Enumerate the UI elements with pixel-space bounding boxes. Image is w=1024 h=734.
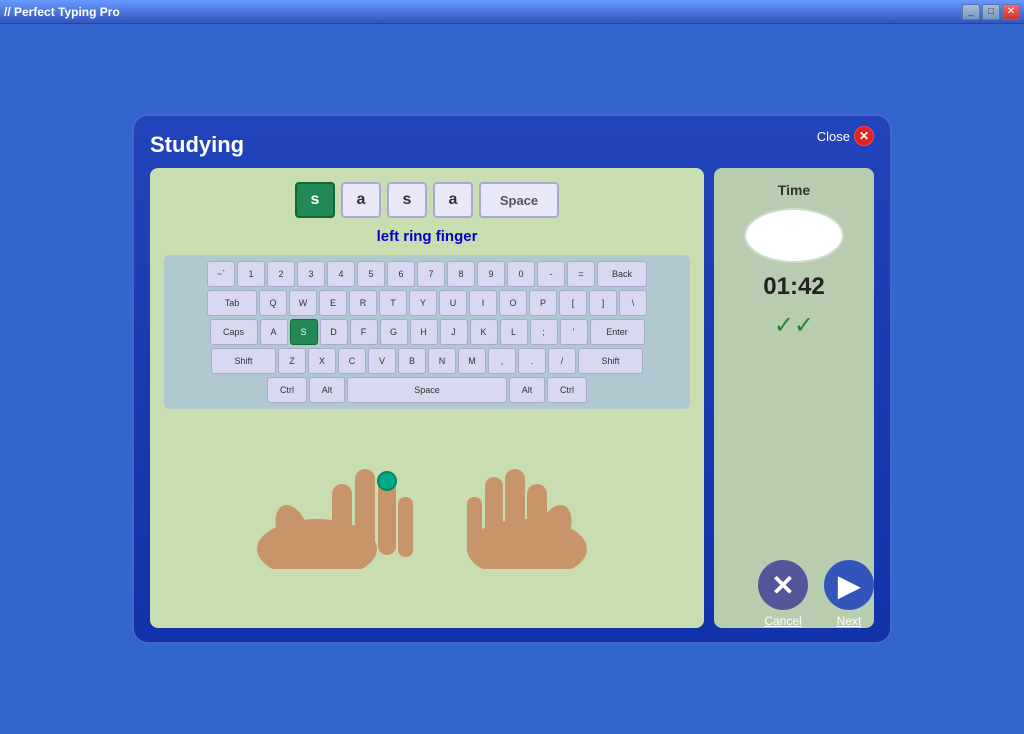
key-quote[interactable]: '	[560, 319, 588, 345]
time-value: 01:42	[763, 273, 824, 301]
key-j[interactable]: J	[440, 319, 468, 345]
key-l[interactable]: L	[500, 319, 528, 345]
key-lbracket[interactable]: [	[559, 290, 587, 316]
key-e[interactable]: E	[319, 290, 347, 316]
key-s-highlighted[interactable]: S	[290, 319, 318, 345]
right-panel: Time 01:42 ✓✓	[714, 168, 874, 628]
key-minus[interactable]: -	[537, 261, 565, 287]
key-k[interactable]: K	[470, 319, 498, 345]
next-button[interactable]: ▶ Next	[824, 560, 874, 628]
key-backtick[interactable]: ~`	[207, 261, 235, 287]
key-9[interactable]: 9	[477, 261, 505, 287]
key-backspace[interactable]: Back	[597, 261, 647, 287]
key-tab[interactable]: Tab	[207, 290, 257, 316]
cancel-icon[interactable]: ✕	[758, 560, 808, 610]
time-label: Time	[778, 182, 810, 198]
key-c[interactable]: C	[338, 348, 366, 374]
left-panel: s a s a Space left ring finger ~` 1 2 3	[150, 168, 704, 628]
key-f[interactable]: F	[350, 319, 378, 345]
key-7[interactable]: 7	[417, 261, 445, 287]
time-oval	[744, 208, 844, 263]
key-space: Space	[479, 182, 559, 218]
key-period[interactable]: .	[518, 348, 546, 374]
key-space-bar[interactable]: Space	[347, 377, 507, 403]
hands-area	[164, 419, 690, 569]
kb-row-3: Caps A S D F G H J K L ; ' Enter	[170, 319, 684, 345]
hands-svg	[177, 419, 677, 569]
keyboard: ~` 1 2 3 4 5 6 7 8 9 0 - = Back	[164, 255, 690, 409]
key-t[interactable]: T	[379, 290, 407, 316]
key-comma[interactable]: ,	[488, 348, 516, 374]
key-m[interactable]: M	[458, 348, 486, 374]
key-a2: a	[433, 182, 473, 218]
key-6[interactable]: 6	[387, 261, 415, 287]
key-w[interactable]: W	[289, 290, 317, 316]
main-area: Close ✕ Studying s a s a Space left ring…	[0, 24, 1024, 734]
dialog-close-button[interactable]: ✕	[854, 126, 874, 146]
kb-row-5: Ctrl Alt Space Alt Ctrl	[170, 377, 684, 403]
key-i[interactable]: I	[469, 290, 497, 316]
close-label: Close	[817, 129, 850, 144]
key-r[interactable]: R	[349, 290, 377, 316]
finger-label: left ring finger	[377, 228, 478, 245]
kb-row-2: Tab Q W E R T Y U I O P [ ] \	[170, 290, 684, 316]
taskbar: // Perfect Typing Pro _ □ ✕	[0, 0, 1024, 24]
key-x[interactable]: X	[308, 348, 336, 374]
key-n[interactable]: N	[428, 348, 456, 374]
key-v[interactable]: V	[368, 348, 396, 374]
key-o[interactable]: O	[499, 290, 527, 316]
key-ctrl-left[interactable]: Ctrl	[267, 377, 307, 403]
key-ctrl-right[interactable]: Ctrl	[547, 377, 587, 403]
key-a[interactable]: A	[260, 319, 288, 345]
key-1[interactable]: 1	[237, 261, 265, 287]
key-sequence: s a s a Space	[295, 182, 559, 218]
key-shift-right[interactable]: Shift	[578, 348, 643, 374]
next-label: Next	[837, 614, 862, 628]
key-z[interactable]: Z	[278, 348, 306, 374]
key-b[interactable]: B	[398, 348, 426, 374]
bottom-buttons: ✕ Cancel ▶ Next	[758, 560, 874, 628]
key-h[interactable]: H	[410, 319, 438, 345]
key-shift-left[interactable]: Shift	[211, 348, 276, 374]
cancel-label: Cancel	[764, 614, 801, 628]
key-u[interactable]: U	[439, 290, 467, 316]
key-s2: s	[387, 182, 427, 218]
key-alt-left[interactable]: Alt	[309, 377, 345, 403]
maximize-button[interactable]: □	[982, 4, 1000, 20]
key-q[interactable]: Q	[259, 290, 287, 316]
key-0[interactable]: 0	[507, 261, 535, 287]
app-title: // Perfect Typing Pro	[4, 5, 962, 19]
key-rbracket[interactable]: ]	[589, 290, 617, 316]
content-layout: s a s a Space left ring finger ~` 1 2 3	[150, 168, 874, 628]
minimize-button[interactable]: _	[962, 4, 980, 20]
key-slash[interactable]: /	[548, 348, 576, 374]
key-enter[interactable]: Enter	[590, 319, 645, 345]
key-alt-right[interactable]: Alt	[509, 377, 545, 403]
kb-row-1: ~` 1 2 3 4 5 6 7 8 9 0 - = Back	[170, 261, 684, 287]
dialog: Close ✕ Studying s a s a Space left ring…	[132, 114, 892, 644]
window-close-button[interactable]: ✕	[1002, 4, 1020, 20]
dialog-title: Studying	[150, 132, 874, 158]
window-controls: _ □ ✕	[962, 4, 1020, 20]
check-marks: ✓✓	[774, 311, 814, 340]
key-5[interactable]: 5	[357, 261, 385, 287]
key-d[interactable]: D	[320, 319, 348, 345]
key-caps[interactable]: Caps	[210, 319, 258, 345]
key-a1: a	[341, 182, 381, 218]
close-area: Close ✕	[817, 126, 874, 146]
key-s-active: s	[295, 182, 335, 218]
next-icon[interactable]: ▶	[824, 560, 874, 610]
key-2[interactable]: 2	[267, 261, 295, 287]
key-y[interactable]: Y	[409, 290, 437, 316]
key-equals[interactable]: =	[567, 261, 595, 287]
kb-row-4: Shift Z X C V B N M , . / Shift	[170, 348, 684, 374]
key-backslash[interactable]: \	[619, 290, 647, 316]
key-semicolon[interactable]: ;	[530, 319, 558, 345]
key-g[interactable]: G	[380, 319, 408, 345]
key-3[interactable]: 3	[297, 261, 325, 287]
key-p[interactable]: P	[529, 290, 557, 316]
key-4[interactable]: 4	[327, 261, 355, 287]
cancel-button[interactable]: ✕ Cancel	[758, 560, 808, 628]
key-8[interactable]: 8	[447, 261, 475, 287]
